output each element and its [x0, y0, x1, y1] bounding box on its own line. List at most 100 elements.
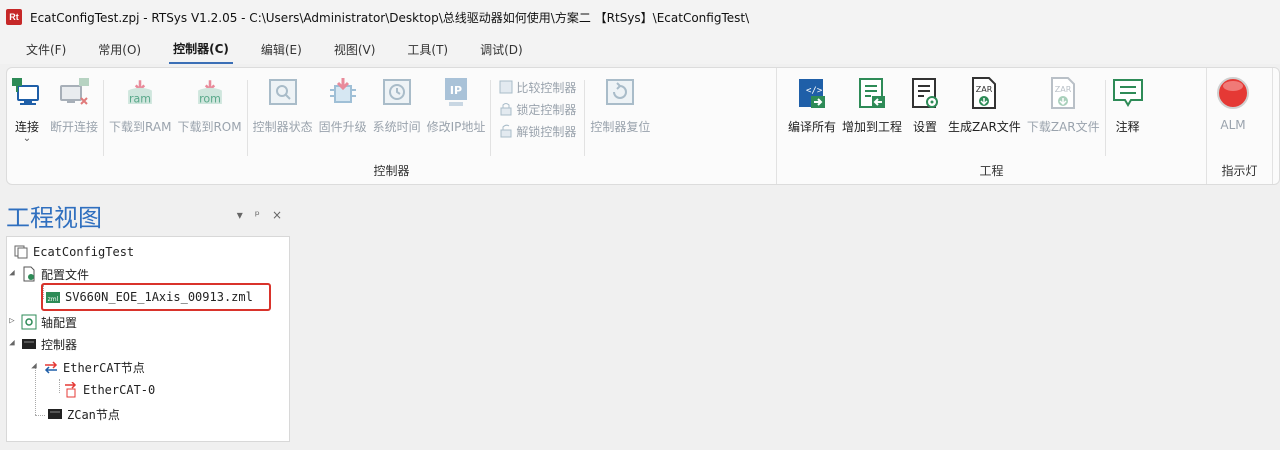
menu-tools[interactable]: 工具(T): [403, 36, 452, 63]
tree-label: EtherCAT-0: [83, 383, 156, 397]
project-tree: EcatConfigTest ◢ 配置文件 zml SV660N_EOE_1Ax…: [6, 236, 290, 442]
alarm-light-icon: [1216, 76, 1250, 110]
menu-bar: 文件(F) 常用(O) 控制器(C) 编辑(E) 视图(V) 工具(T) 调试(…: [0, 34, 1280, 64]
system-time-label: 系统时间: [372, 120, 421, 134]
menu-view[interactable]: 视图(V): [330, 36, 380, 63]
title-bar: Rt EcatConfigTest.zpj - RTSys V1.2.05 - …: [0, 0, 1280, 34]
divider: [490, 80, 492, 156]
connect-icon: [10, 76, 44, 110]
lock-icon: [499, 102, 513, 116]
tree-label: ZCan节点: [67, 407, 120, 422]
close-icon[interactable]: ×: [272, 208, 282, 222]
divider: [103, 80, 105, 156]
menu-controller[interactable]: 控制器(C): [169, 35, 233, 64]
gear-icon: [908, 76, 942, 110]
tree-connector: [35, 367, 36, 415]
tree-connector: [35, 415, 45, 416]
dropdown-icon[interactable]: ▾: [237, 208, 243, 222]
lock-controller-label: 锁定控制器: [516, 102, 577, 117]
chevron-down-icon[interactable]: ⌄: [23, 133, 31, 144]
modify-ip-label: 修改IP地址: [426, 120, 486, 134]
disconnect-icon: [57, 76, 91, 110]
collapse-toggle-icon[interactable]: ◢: [7, 268, 17, 278]
bottom-strip: [0, 442, 1280, 450]
tree-label: 配置文件: [41, 267, 90, 282]
svg-text:rom: rom: [199, 92, 221, 105]
config-file-icon: [21, 266, 37, 282]
add-to-project-label: 增加到工程: [842, 120, 903, 134]
tree-label: EtherCAT节点: [63, 360, 145, 375]
project-view-header: 工程视图 ▾ ᵖ ×: [0, 196, 290, 234]
tree-item-root[interactable]: EcatConfigTest: [13, 241, 134, 263]
ribbon-group-controller: 连接 ⌄ 断开连接 ram 下载到RAM rom 下载到ROM 控制器状态 固件…: [7, 68, 777, 184]
reset-icon: [603, 76, 637, 110]
unlock-icon: [499, 124, 513, 138]
svg-text:ZAR: ZAR: [1055, 85, 1072, 94]
expand-toggle-icon[interactable]: ▷: [7, 316, 17, 326]
zcan-icon: [47, 406, 63, 422]
collapse-toggle-icon[interactable]: ◢: [7, 338, 17, 348]
svg-text:ram: ram: [129, 92, 151, 105]
svg-text:IP: IP: [450, 84, 462, 97]
menu-edit[interactable]: 编辑(E): [257, 36, 306, 63]
menu-common[interactable]: 常用(O): [94, 36, 145, 63]
clock-icon: [380, 76, 414, 110]
ethercat-icon: [43, 359, 59, 375]
indicator-group-label: 指示灯: [1221, 164, 1258, 178]
unlock-controller-label: 解锁控制器: [516, 124, 577, 139]
unlock-controller-button[interactable]: 解锁控制器: [499, 122, 576, 140]
pin-icon[interactable]: ᵖ: [255, 208, 260, 222]
comment-label: 注释: [1115, 120, 1140, 134]
add-to-project-icon: [855, 76, 889, 110]
ribbon: 连接 ⌄ 断开连接 ram 下载到RAM rom 下载到ROM 控制器状态 固件…: [6, 67, 1280, 185]
controller-group-label: 控制器: [373, 164, 410, 178]
settings-label: 设置: [913, 120, 938, 134]
tree-connector: [59, 379, 60, 393]
zml-file-icon: zml: [45, 289, 61, 305]
tree-label: 轴配置: [41, 315, 78, 330]
tree-label: SV660N_EOE_1Axis_00913.zml: [65, 290, 253, 304]
compare-controller-button[interactable]: 比较控制器: [499, 78, 576, 96]
tree-item-zcan-node[interactable]: ZCan节点: [47, 403, 120, 425]
lock-controller-button[interactable]: 锁定控制器: [499, 100, 576, 118]
divider: [246, 80, 248, 156]
collapse-toggle-icon[interactable]: ◢: [29, 361, 39, 371]
svg-text:ZAR: ZAR: [976, 85, 993, 94]
tree-label: 控制器: [41, 337, 78, 352]
compare-controller-label: 比较控制器: [516, 80, 577, 95]
ip-address-icon: IP: [439, 76, 473, 110]
controller-icon: [21, 336, 37, 352]
tree-item-ethercat-node[interactable]: EtherCAT节点: [43, 356, 145, 378]
download-rom-icon: rom: [193, 76, 227, 110]
controller-status-label: 控制器状态: [252, 120, 313, 134]
firmware-upgrade-icon: [326, 76, 360, 110]
divider: [1104, 80, 1106, 156]
disconnect-label: 断开连接: [50, 120, 99, 134]
tree-item-axis-config[interactable]: 轴配置: [21, 311, 77, 333]
tree-item-config-file[interactable]: zml SV660N_EOE_1Axis_00913.zml: [45, 286, 253, 308]
project-icon: [13, 244, 29, 260]
download-zar-label: 下载ZAR文件: [1026, 120, 1100, 134]
divider: [584, 80, 586, 156]
editor-workspace: [292, 196, 1280, 442]
tree-label: EcatConfigTest: [33, 245, 135, 259]
controller-status-icon: [266, 76, 300, 110]
alm-label: ALM: [1220, 118, 1246, 132]
comment-icon: [1111, 76, 1145, 110]
generate-zar-label: 生成ZAR文件: [948, 120, 1021, 134]
project-group-label: 工程: [979, 164, 1004, 178]
tree-item-config-folder[interactable]: 配置文件: [21, 263, 89, 285]
tree-connector: [43, 285, 44, 299]
svg-text:</>: </>: [806, 86, 823, 96]
axis-config-icon: [21, 314, 37, 330]
app-logo-icon: Rt: [6, 9, 22, 25]
download-rom-label: 下载到ROM: [177, 120, 242, 134]
menu-debug[interactable]: 调试(D): [476, 36, 527, 63]
zar-download-icon: ZAR: [1046, 76, 1080, 110]
tree-item-controller[interactable]: 控制器: [21, 333, 77, 355]
panel-controls: ▾ ᵖ ×: [237, 208, 282, 222]
menu-file[interactable]: 文件(F): [22, 36, 70, 63]
panel-title: 工程视图: [6, 203, 102, 232]
tree-item-ethercat-0[interactable]: EtherCAT-0: [63, 379, 155, 401]
ribbon-group-indicator: ALM 指示灯: [1207, 68, 1273, 184]
